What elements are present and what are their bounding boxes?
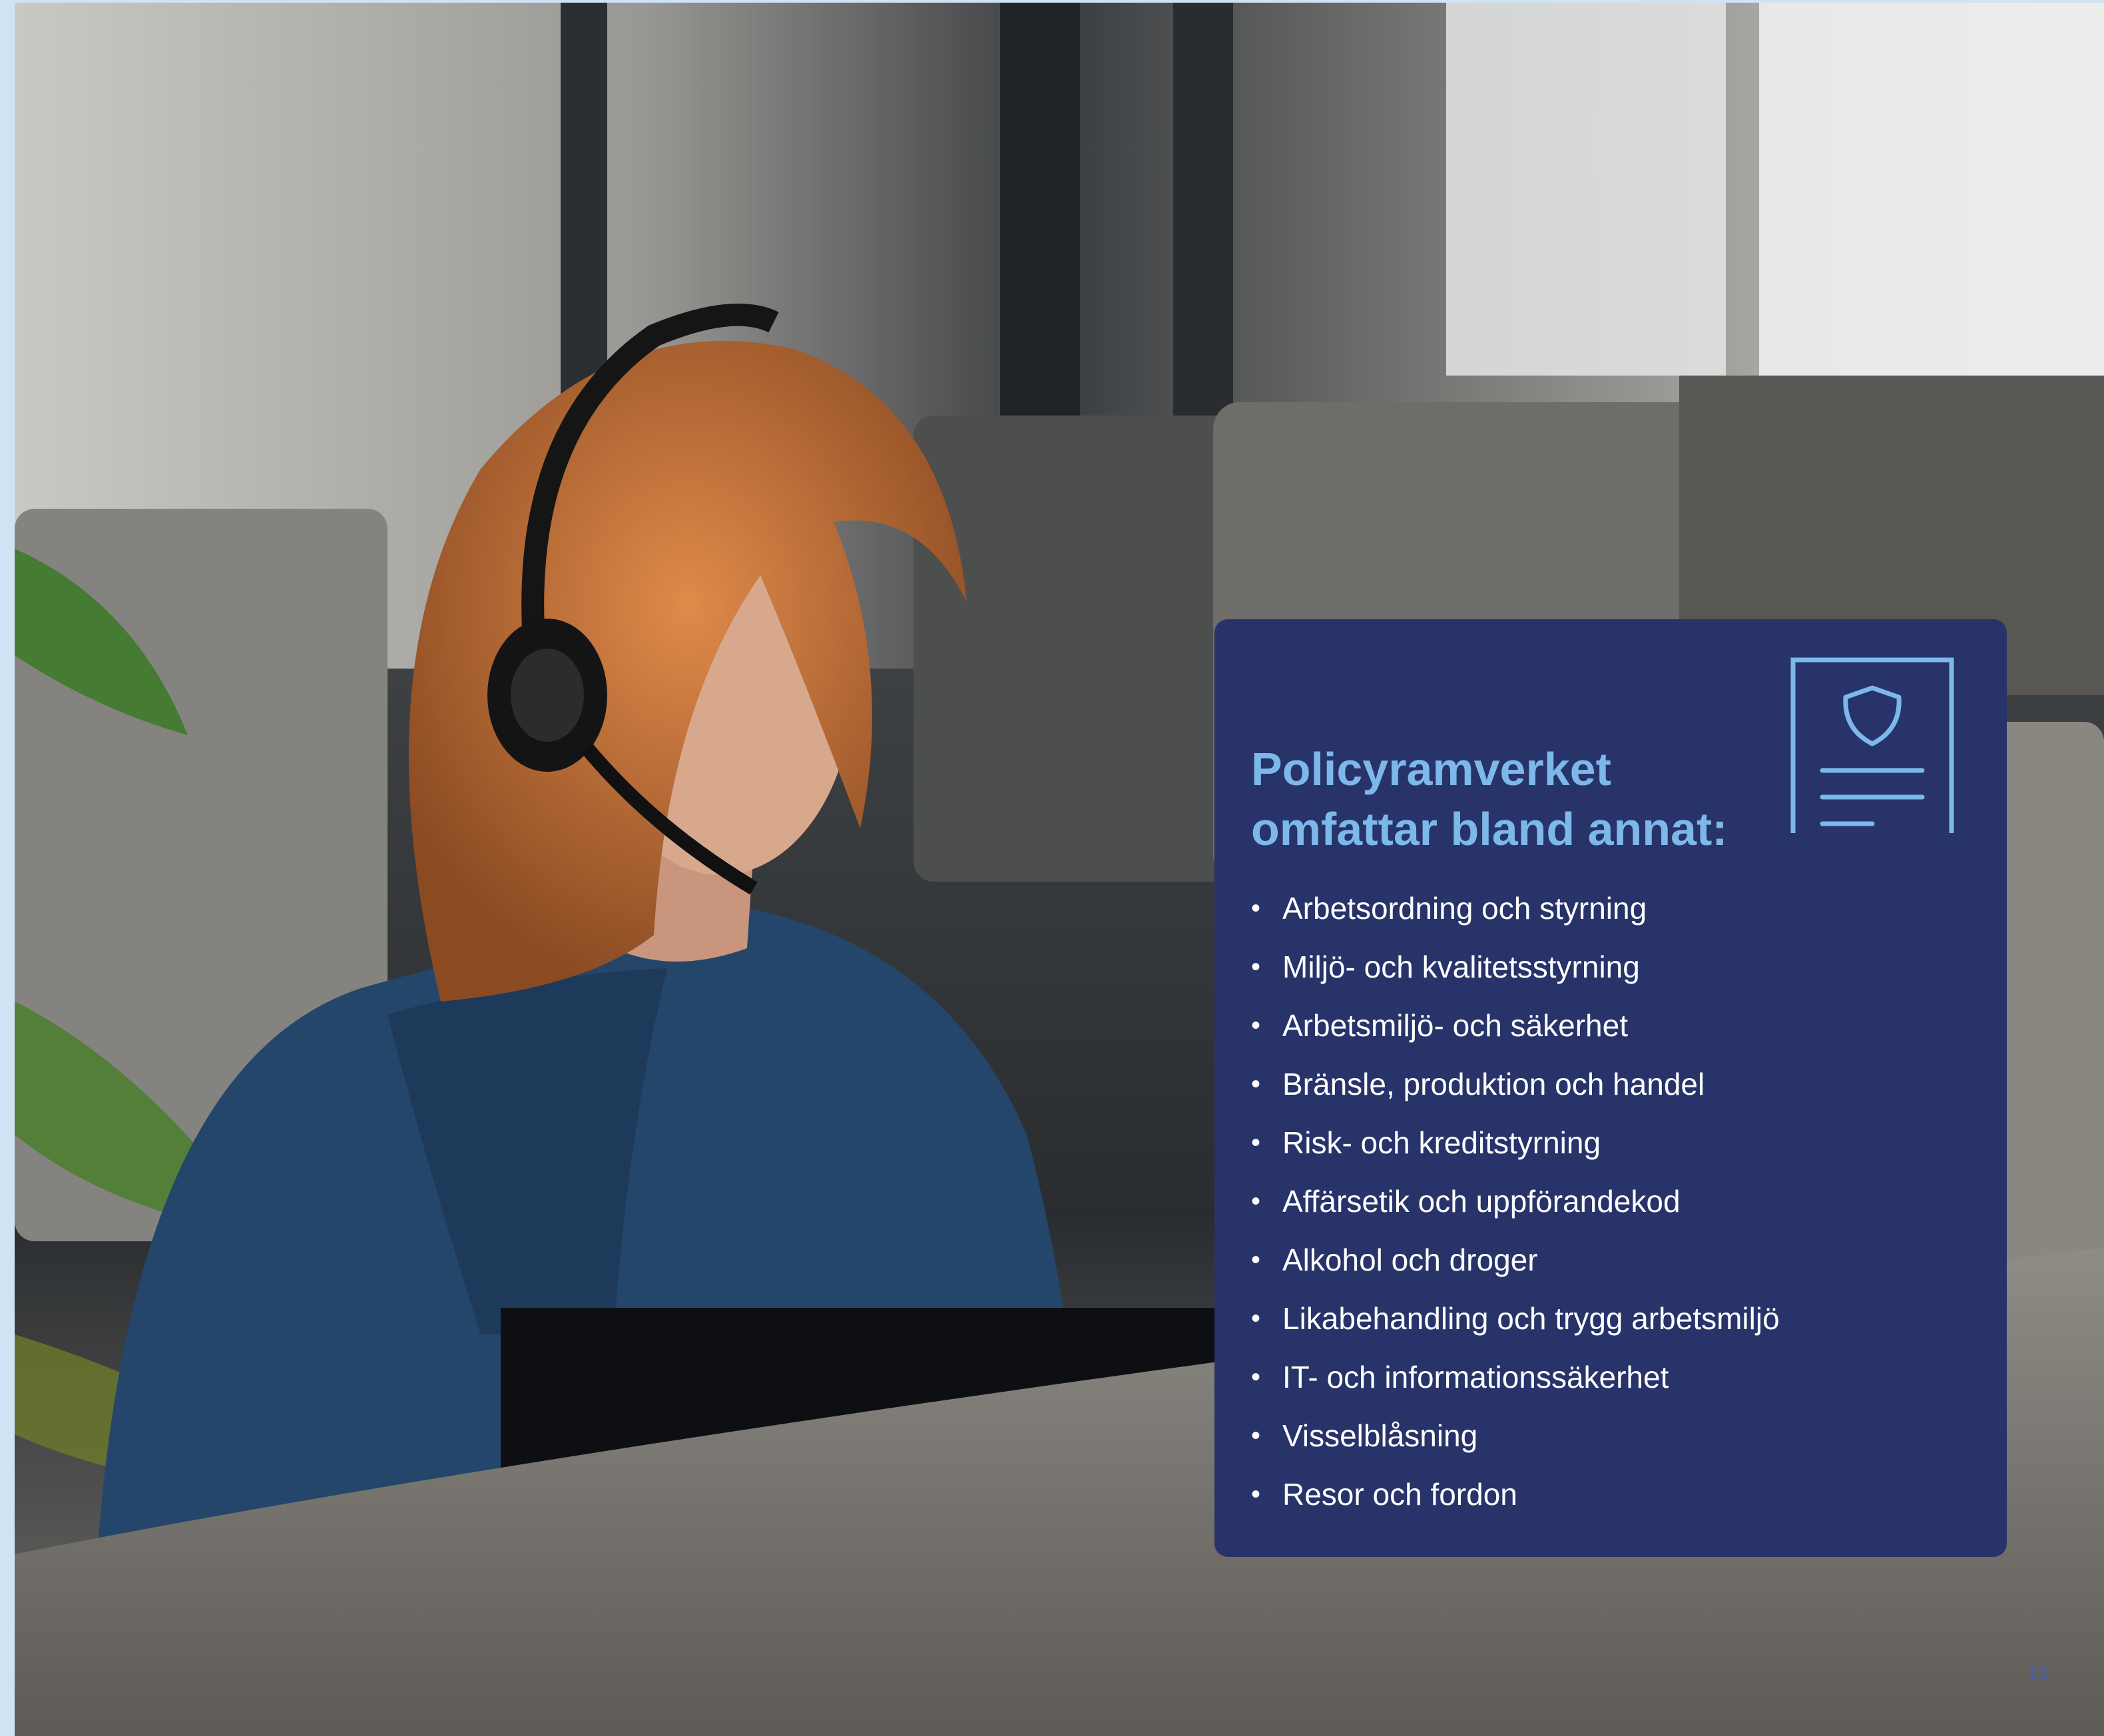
bullet-icon: • (1251, 1187, 1261, 1216)
bullet-icon: • (1251, 952, 1261, 982)
list-item-label: Resor och fordon (1282, 1477, 1517, 1512)
card-heading-line-2: omfattar bland annat: (1251, 803, 1728, 855)
bullet-icon: • (1251, 1421, 1261, 1450)
bullet-icon: • (1251, 1069, 1261, 1099)
list-item: • Alkohol och droger (1251, 1231, 1780, 1289)
list-item-label: Arbetsmiljö- och säkerhet (1282, 1008, 1628, 1043)
list-item: • IT- och informationssäkerhet (1251, 1348, 1780, 1406)
list-item: • Resor och fordon (1251, 1465, 1780, 1524)
bullet-icon: • (1251, 1245, 1261, 1275)
list-item: • Arbetsmiljö- och säkerhet (1251, 996, 1780, 1055)
list-item-label: IT- och informationssäkerhet (1282, 1360, 1669, 1394)
bullet-icon: • (1251, 1362, 1261, 1392)
list-item-label: Affärsetik och uppförandekod (1282, 1184, 1681, 1219)
left-accent-strip (0, 0, 15, 1736)
bullet-icon: • (1251, 1304, 1261, 1333)
document-shield-icon (1790, 657, 1954, 833)
policy-info-card: Policyramverket omfattar bland annat: • A… (1214, 619, 2007, 1557)
list-item-label: Risk- och kreditstyrning (1282, 1125, 1601, 1160)
list-item: • Likabehandling och trygg arbetsmiljö (1251, 1289, 1780, 1348)
list-item: • Bränsle, produktion och handel (1251, 1055, 1780, 1113)
page-number: 13 (2027, 1662, 2048, 1683)
list-item-label: Alkohol och droger (1282, 1243, 1538, 1277)
list-item: • Affärsetik och uppförandekod (1251, 1172, 1780, 1231)
list-item-label: Likabehandling och trygg arbetsmiljö (1282, 1301, 1780, 1336)
card-heading: Policyramverket omfattar bland annat: (1251, 739, 1784, 859)
list-item-label: Miljö- och kvalitetsstyrning (1282, 950, 1640, 984)
list-item-label: Arbetsordning och styrning (1282, 891, 1647, 926)
list-item: • Visselblåsning (1251, 1406, 1780, 1465)
bullet-icon: • (1251, 894, 1261, 923)
list-item-label: Bränsle, produktion och handel (1282, 1067, 1705, 1101)
list-item: • Arbetsordning och styrning (1251, 879, 1780, 938)
policy-list: • Arbetsordning och styrning • Miljö- och … (1251, 879, 1780, 1524)
bullet-icon: • (1251, 1011, 1261, 1040)
list-item-label: Visselblåsning (1282, 1418, 1478, 1453)
bullet-icon: • (1251, 1480, 1261, 1509)
list-item: • Miljö- och kvalitetsstyrning (1251, 938, 1780, 996)
list-item: • Risk- och kreditstyrning (1251, 1113, 1780, 1172)
card-heading-line-1: Policyramverket (1251, 743, 1611, 795)
bullet-icon: • (1251, 1128, 1261, 1157)
